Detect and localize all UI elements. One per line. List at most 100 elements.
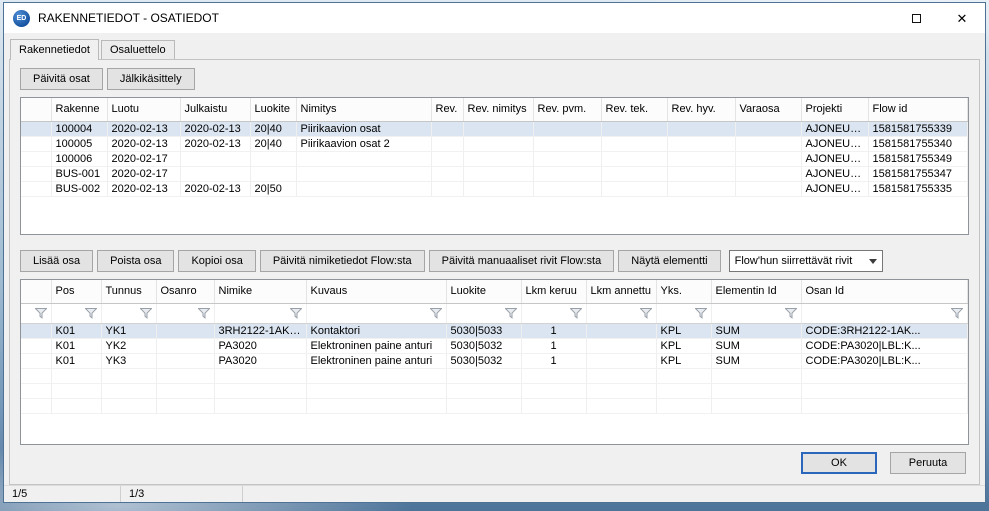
- column-header[interactable]: Flow id: [868, 98, 968, 121]
- lisaa-osa-button[interactable]: Lisää osa: [20, 250, 93, 272]
- column-header[interactable]: Varaosa: [735, 98, 801, 121]
- cell[interactable]: [431, 181, 463, 196]
- close-button[interactable]: ✕: [939, 3, 985, 33]
- filter-funnel-icon[interactable]: [35, 308, 47, 319]
- column-header[interactable]: Pos: [51, 280, 101, 303]
- filter-funnel-icon[interactable]: [85, 308, 97, 319]
- cell[interactable]: [586, 323, 656, 338]
- cell[interactable]: 100004: [51, 121, 107, 136]
- cell[interactable]: [156, 338, 214, 353]
- cell[interactable]: [601, 151, 667, 166]
- cell[interactable]: 2020-02-17: [107, 151, 180, 166]
- filter-funnel-icon[interactable]: [951, 308, 963, 319]
- cell[interactable]: 5030|5032: [446, 338, 521, 353]
- cell[interactable]: 1581581755349: [868, 151, 968, 166]
- cell[interactable]: Elektroninen paine anturi: [306, 353, 446, 368]
- table-row[interactable]: K01YK13RH2122-1AK60Kontaktori5030|50331K…: [21, 323, 968, 338]
- cell[interactable]: CODE:PA3020|LBL:K...: [801, 353, 968, 368]
- cell[interactable]: [463, 121, 533, 136]
- cell[interactable]: 1: [521, 323, 586, 338]
- filter-cell[interactable]: [801, 303, 968, 323]
- cell[interactable]: 3RH2122-1AK60: [214, 323, 306, 338]
- cell[interactable]: [250, 151, 296, 166]
- cell[interactable]: [735, 136, 801, 151]
- paivita-manuaaliset-rivit-button[interactable]: Päivitä manuaaliset rivit Flow:sta: [429, 250, 615, 272]
- cell[interactable]: AJONEUVO: [801, 151, 868, 166]
- filter-cell[interactable]: [711, 303, 801, 323]
- jalkikasittely-button[interactable]: Jälkikäsittely: [107, 68, 195, 90]
- cell[interactable]: [533, 166, 601, 181]
- cell[interactable]: CODE:PA3020|LBL:K...: [801, 338, 968, 353]
- cell[interactable]: 2020-02-13: [180, 121, 250, 136]
- cell[interactable]: [156, 323, 214, 338]
- cell[interactable]: [601, 181, 667, 196]
- column-header[interactable]: Lkm annettu: [586, 280, 656, 303]
- cell[interactable]: 2020-02-13: [180, 136, 250, 151]
- cell[interactable]: [296, 151, 431, 166]
- cancel-button[interactable]: Peruuta: [890, 452, 966, 474]
- cell[interactable]: K01: [51, 323, 101, 338]
- cell[interactable]: [250, 166, 296, 181]
- cell[interactable]: [601, 136, 667, 151]
- cell[interactable]: [463, 136, 533, 151]
- cell[interactable]: K01: [51, 353, 101, 368]
- cell[interactable]: SUM: [711, 353, 801, 368]
- tab-osaluettelo[interactable]: Osaluettelo: [101, 40, 175, 59]
- column-header[interactable]: Rev. hyv.: [667, 98, 735, 121]
- cell[interactable]: [601, 121, 667, 136]
- cell[interactable]: AJONEUVO: [801, 121, 868, 136]
- cell[interactable]: 100005: [51, 136, 107, 151]
- cell[interactable]: Piirikaavion osat: [296, 121, 431, 136]
- column-header[interactable]: Rev. pvm.: [533, 98, 601, 121]
- cell[interactable]: [667, 166, 735, 181]
- table-row[interactable]: BUS-0012020-02-17AJONEUVO1581581755347: [21, 166, 968, 181]
- cell[interactable]: [463, 181, 533, 196]
- cell[interactable]: 5030|5032: [446, 353, 521, 368]
- filter-funnel-icon[interactable]: [505, 308, 517, 319]
- filter-cell[interactable]: [101, 303, 156, 323]
- filter-funnel-icon[interactable]: [640, 308, 652, 319]
- cell[interactable]: [180, 166, 250, 181]
- filter-cell[interactable]: [156, 303, 214, 323]
- cell[interactable]: 20|40: [250, 136, 296, 151]
- maximize-button[interactable]: [893, 3, 939, 33]
- cell[interactable]: 1: [521, 338, 586, 353]
- cell[interactable]: 1581581755340: [868, 136, 968, 151]
- column-header[interactable]: Luotu: [107, 98, 180, 121]
- cell[interactable]: [431, 166, 463, 181]
- cell[interactable]: [667, 121, 735, 136]
- cell[interactable]: [735, 166, 801, 181]
- filter-funnel-icon[interactable]: [198, 308, 210, 319]
- filter-cell[interactable]: [656, 303, 711, 323]
- cell[interactable]: SUM: [711, 323, 801, 338]
- filter-funnel-icon[interactable]: [430, 308, 442, 319]
- cell[interactable]: [735, 121, 801, 136]
- cell[interactable]: KPL: [656, 323, 711, 338]
- cell[interactable]: YK1: [101, 323, 156, 338]
- cell[interactable]: 2020-02-13: [107, 181, 180, 196]
- kopioi-osa-button[interactable]: Kopioi osa: [178, 250, 255, 272]
- cell[interactable]: [431, 121, 463, 136]
- cell[interactable]: AJONEUVO: [801, 181, 868, 196]
- cell[interactable]: [586, 353, 656, 368]
- filter-cell[interactable]: [446, 303, 521, 323]
- ok-button[interactable]: OK: [801, 452, 877, 474]
- column-header[interactable]: Rev.: [431, 98, 463, 121]
- filter-cell[interactable]: [306, 303, 446, 323]
- cell[interactable]: BUS-002: [51, 181, 107, 196]
- column-header[interactable]: Rev. nimitys: [463, 98, 533, 121]
- paivita-osat-button[interactable]: Päivitä osat: [20, 68, 103, 90]
- cell[interactable]: [533, 136, 601, 151]
- structures-grid[interactable]: RakenneLuotuJulkaistuLuokiteNimitysRev.R…: [20, 97, 969, 235]
- titlebar[interactable]: ED RAKENNETIEDOT - OSATIEDOT ✕: [4, 3, 985, 33]
- cell[interactable]: BUS-001: [51, 166, 107, 181]
- cell[interactable]: [667, 151, 735, 166]
- cell[interactable]: 1: [521, 353, 586, 368]
- cell[interactable]: K01: [51, 338, 101, 353]
- table-row[interactable]: BUS-0022020-02-132020-02-1320|50AJONEUVO…: [21, 181, 968, 196]
- column-header[interactable]: Julkaistu: [180, 98, 250, 121]
- cell[interactable]: YK3: [101, 353, 156, 368]
- cell[interactable]: [431, 136, 463, 151]
- cell[interactable]: KPL: [656, 338, 711, 353]
- column-header[interactable]: Yks.: [656, 280, 711, 303]
